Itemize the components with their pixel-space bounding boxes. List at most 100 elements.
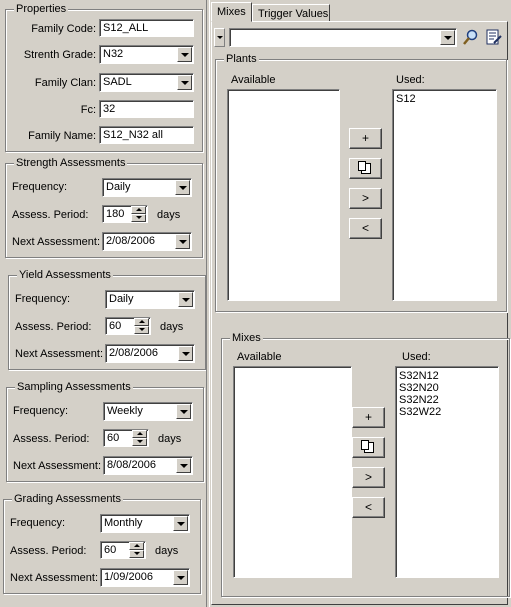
chevron-down-icon[interactable] (173, 570, 188, 585)
yield-frequency-value: Daily (109, 293, 134, 305)
grading-frequency-select[interactable]: Monthly (100, 514, 190, 533)
mixes-move-left-button[interactable]: < (352, 497, 385, 518)
mixes-used-list[interactable]: S32N12 S32N20 S32N22 S32W22 (395, 366, 499, 578)
sampling-period-stepper[interactable]: 60 (103, 429, 149, 447)
copy-icon (357, 161, 371, 174)
yield-frequency-select[interactable]: Daily (105, 290, 195, 309)
strength-frequency-select[interactable]: Daily (102, 178, 192, 197)
strength-frequency-label: Frequency: (12, 181, 68, 193)
sampling-assessments-title: Sampling Assessments (15, 380, 133, 394)
mix-filter-select[interactable] (229, 28, 457, 47)
sampling-period-label: Assess. Period: (13, 433, 90, 445)
tab-trigger-values[interactable]: Trigger Values (252, 4, 330, 22)
yield-period-label: Assess. Period: (15, 321, 92, 333)
mixes-available-list[interactable] (233, 366, 352, 578)
strength-frequency-value: Daily (106, 181, 131, 193)
strength-grade-label: Strenth Grade: (23, 49, 96, 61)
strength-next-label: Next Assessment: (12, 236, 101, 248)
family-clan-select[interactable]: SADL (99, 73, 194, 92)
sampling-next-value: 8/08/2006 (107, 459, 156, 471)
plants-move-right-button[interactable]: > (349, 188, 382, 209)
chevron-down-icon[interactable] (177, 47, 192, 62)
search-icon[interactable] (461, 27, 481, 47)
chevron-down-icon[interactable] (175, 234, 190, 249)
mixes-move-right-button[interactable]: > (352, 467, 385, 488)
list-item[interactable]: S32N22 (399, 394, 495, 406)
sampling-frequency-label: Frequency: (13, 405, 69, 417)
list-item[interactable]: S12 (396, 93, 493, 105)
strength-period-value: 180 (106, 208, 125, 220)
properties-title: Properties (14, 2, 69, 16)
strength-grade-value: N32 (103, 48, 124, 60)
toolbar-grip[interactable] (214, 28, 225, 47)
grading-next-value: 1/09/2006 (104, 571, 153, 583)
chevron-down-icon[interactable] (177, 75, 192, 90)
grading-next-label: Next Assessment: (10, 572, 99, 584)
mixes-title: Mixes (230, 331, 263, 345)
plants-available-list[interactable] (227, 89, 340, 301)
chevron-down-icon[interactable] (176, 404, 191, 419)
fc-label: Fc: (80, 104, 96, 116)
grading-period-stepper[interactable]: 60 (100, 541, 146, 559)
sampling-frequency-value: Weekly (107, 405, 143, 417)
grading-assessments-title: Grading Assessments (12, 492, 123, 506)
chevron-down-icon[interactable] (175, 180, 190, 195)
family-clan-value: SADL (103, 76, 132, 88)
plants-used-list[interactable]: S12 (392, 89, 497, 301)
yield-period-value: 60 (109, 320, 122, 332)
list-item[interactable]: S32W22 (399, 406, 495, 418)
grading-period-label: Assess. Period: (10, 545, 87, 557)
sampling-frequency-select[interactable]: Weekly (103, 402, 193, 421)
sampling-next-select[interactable]: 8/08/2006 (103, 456, 193, 475)
mixes-used-label: Used: (402, 351, 431, 363)
yield-assessments-title: Yield Assessments (17, 268, 113, 282)
chevron-down-icon[interactable] (178, 346, 193, 361)
plants-used-label: Used: (396, 74, 425, 86)
mixes-copy-button[interactable] (352, 437, 385, 458)
spin-up-icon[interactable] (131, 206, 146, 214)
yield-period-unit: days (160, 321, 184, 333)
plants-available-label: Available (231, 74, 276, 86)
yield-next-select[interactable]: 2/08/2006 (105, 344, 195, 363)
strength-grade-select[interactable]: N32 (99, 45, 194, 64)
yield-period-stepper[interactable]: 60 (105, 317, 151, 335)
spin-up-icon[interactable] (134, 318, 149, 326)
sampling-period-value: 60 (107, 432, 120, 444)
grading-next-select[interactable]: 1/09/2006 (100, 568, 190, 587)
list-item[interactable]: S32N12 (399, 370, 495, 382)
list-item[interactable]: S32N20 (399, 382, 495, 394)
plants-copy-button[interactable] (349, 158, 382, 179)
plants-move-left-button[interactable]: < (349, 218, 382, 239)
splitter[interactable] (206, 0, 210, 607)
chevron-down-icon[interactable] (176, 458, 191, 473)
mixes-add-button[interactable]: + (352, 407, 385, 428)
spin-down-icon[interactable] (129, 550, 144, 558)
grading-frequency-value: Monthly (104, 517, 143, 529)
spin-up-icon[interactable] (129, 542, 144, 550)
spin-up-icon[interactable] (132, 430, 147, 438)
mixes-available-label: Available (237, 351, 282, 363)
family-clan-label: Family Clan: (34, 77, 96, 89)
strength-next-value: 2/08/2006 (106, 235, 155, 247)
strength-period-label: Assess. Period: (12, 209, 89, 221)
yield-next-label: Next Assessment: (15, 348, 104, 360)
spin-down-icon[interactable] (131, 214, 146, 222)
family-code-field[interactable]: S12_ALL (99, 19, 194, 37)
family-name-field[interactable]: S12_N32 all (99, 126, 194, 144)
chevron-down-icon[interactable] (173, 516, 188, 531)
fc-field[interactable]: 32 (99, 100, 194, 118)
spin-down-icon[interactable] (134, 326, 149, 334)
chevron-down-icon (217, 36, 223, 39)
plants-add-button[interactable]: + (349, 128, 382, 149)
grading-period-unit: days (155, 545, 179, 557)
tab-mixes[interactable]: Mixes (211, 2, 252, 22)
strength-assessments-title: Strength Assessments (14, 156, 128, 170)
chevron-down-icon[interactable] (178, 292, 193, 307)
family-name-label: Family Name: (28, 130, 96, 142)
strength-period-stepper[interactable]: 180 (102, 205, 148, 223)
edit-list-icon[interactable] (484, 27, 504, 47)
chevron-down-icon[interactable] (440, 30, 455, 45)
spin-down-icon[interactable] (132, 438, 147, 446)
grading-period-value: 60 (104, 544, 117, 556)
strength-next-select[interactable]: 2/08/2006 (102, 232, 192, 251)
